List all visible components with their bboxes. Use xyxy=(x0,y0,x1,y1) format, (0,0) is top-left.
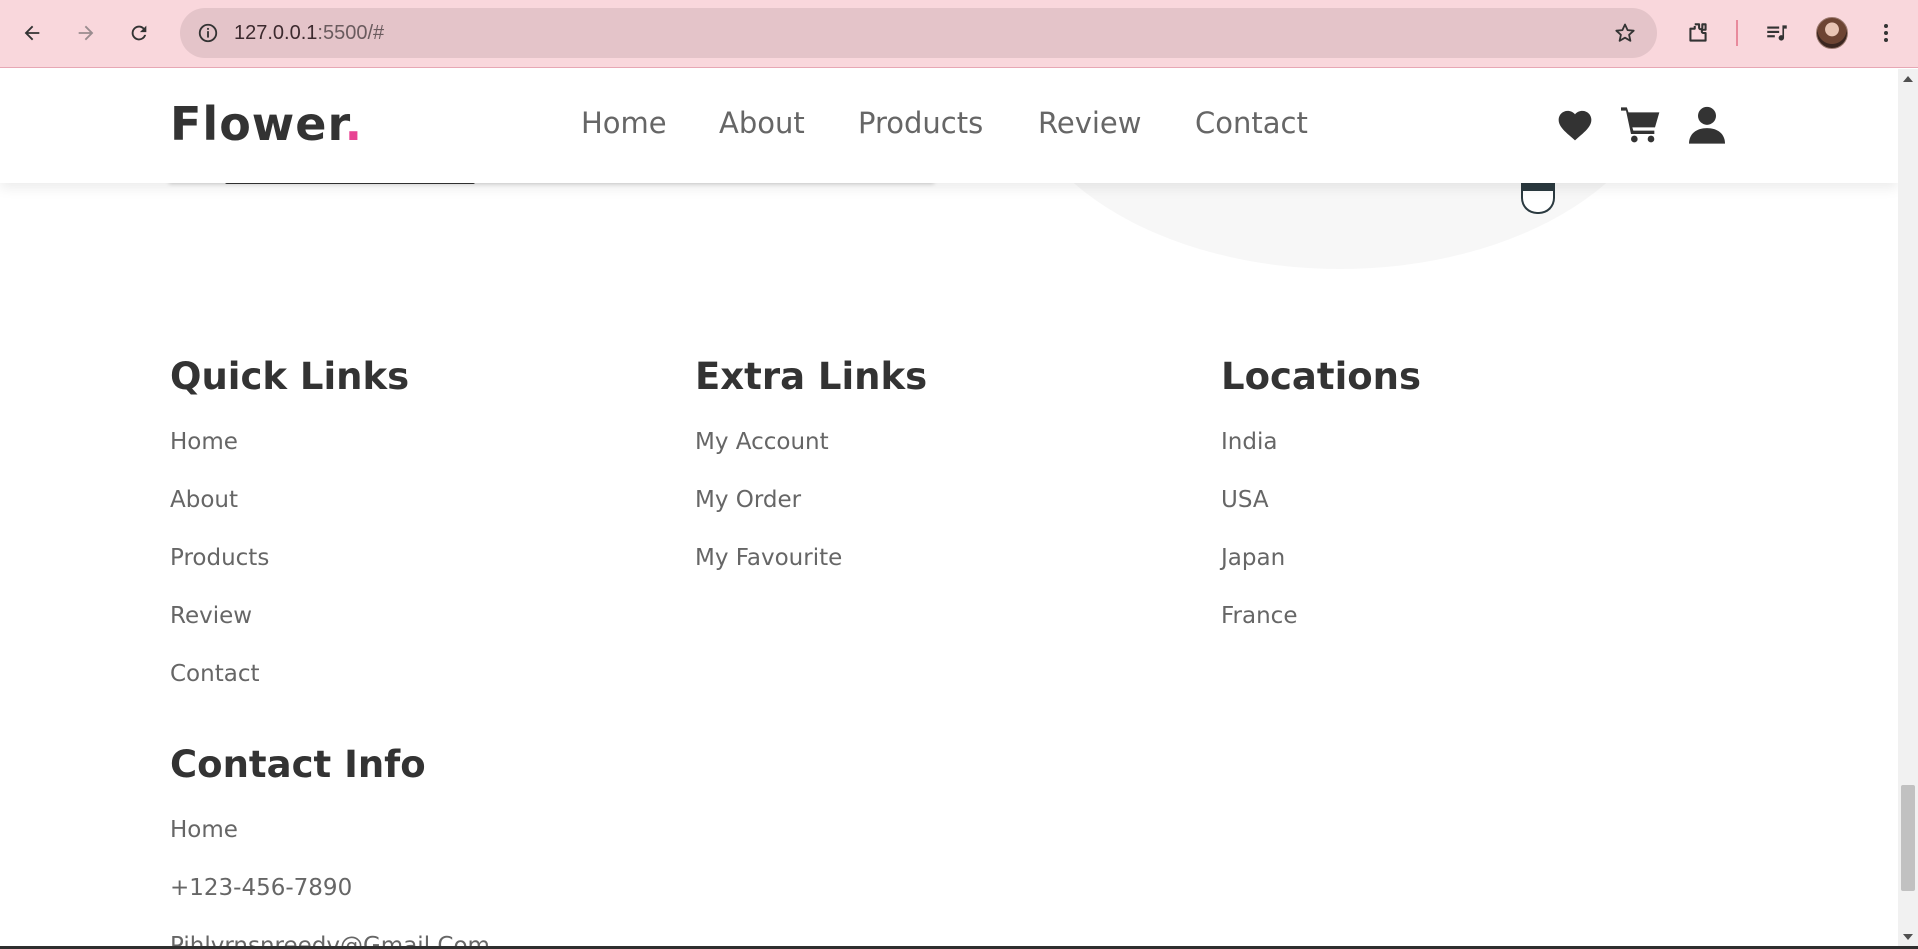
footer-contact-info: Contact Info Home +123-456-7890 Pihlvrns… xyxy=(170,743,770,947)
footer-location-france[interactable]: France xyxy=(1221,603,1297,629)
nav-home[interactable]: Home xyxy=(581,106,667,140)
contact-info-title: Contact Info xyxy=(170,743,426,786)
user-icon[interactable] xyxy=(1685,102,1729,146)
nav-contact[interactable]: Contact xyxy=(1195,106,1308,140)
toolbar-divider xyxy=(1736,20,1738,46)
footer-link-my-order[interactable]: My Order xyxy=(695,487,801,513)
profile-avatar[interactable] xyxy=(1816,17,1848,49)
footer-quick-links: Quick Links Home About Products Review C… xyxy=(170,355,650,687)
media-control-icon[interactable] xyxy=(1758,14,1796,52)
extra-links-title: Extra Links xyxy=(695,355,928,398)
extensions-icon[interactable] xyxy=(1679,14,1717,52)
footer-link-products[interactable]: Products xyxy=(170,545,269,571)
forward-arrow-icon[interactable] xyxy=(67,14,105,52)
cart-icon[interactable] xyxy=(1619,102,1663,146)
nav-products[interactable]: Products xyxy=(858,106,983,140)
footer-contact-email[interactable]: Pihlvrnsnreedv@Gmail.Com xyxy=(170,933,490,947)
footer-link-my-account[interactable]: My Account xyxy=(695,429,829,455)
back-arrow-icon[interactable] xyxy=(13,14,51,52)
scrollbar-thumb[interactable] xyxy=(1901,785,1915,891)
footer-locations: Locations India USA Japan France xyxy=(1221,355,1701,629)
footer-location-usa[interactable]: USA xyxy=(1221,487,1269,513)
page-viewport: Quick Links Home About Products Review C… xyxy=(0,69,1898,947)
footer-contact-phone[interactable]: +123-456-7890 xyxy=(170,875,352,901)
heart-icon[interactable] xyxy=(1553,102,1597,146)
footer-contact-home[interactable]: Home xyxy=(170,817,238,843)
quick-links-title: Quick Links xyxy=(170,355,410,398)
browser-toolbar: 127.0.0.1:5500/# xyxy=(0,0,1918,68)
footer-location-india[interactable]: India xyxy=(1221,429,1277,455)
logo[interactable]: Flower. xyxy=(170,97,363,151)
url-host: 127.0.0.1 xyxy=(234,22,318,44)
url-path: :5500/# xyxy=(317,22,385,44)
scroll-down-arrow-icon[interactable] xyxy=(1903,934,1913,940)
scroll-up-arrow-icon[interactable] xyxy=(1903,76,1913,82)
site-info-icon[interactable] xyxy=(194,19,222,47)
logo-dot: . xyxy=(344,97,364,151)
vase-illustration xyxy=(1521,182,1555,214)
footer-link-review[interactable]: Review xyxy=(170,603,252,629)
page-scrollbar[interactable] xyxy=(1898,69,1918,947)
nav-review[interactable]: Review xyxy=(1038,106,1141,140)
site-header: Flower. Home About Products Review Conta… xyxy=(0,69,1898,183)
more-vert-icon[interactable] xyxy=(1867,14,1905,52)
footer-location-japan[interactable]: Japan xyxy=(1221,545,1285,571)
logo-text: Flower xyxy=(170,97,345,151)
bookmark-star-icon[interactable] xyxy=(1611,19,1639,47)
reload-icon[interactable] xyxy=(120,14,158,52)
footer-link-contact[interactable]: Contact xyxy=(170,661,259,687)
footer-link-my-favourite[interactable]: My Favourite xyxy=(695,545,842,571)
url-text[interactable]: 127.0.0.1:5500/# xyxy=(234,8,384,58)
footer-extra-links: Extra Links My Account My Order My Favou… xyxy=(695,355,1175,571)
footer-link-about[interactable]: About xyxy=(170,487,238,513)
nav-about[interactable]: About xyxy=(719,106,805,140)
address-bar[interactable]: 127.0.0.1:5500/# xyxy=(180,8,1657,58)
footer-link-home[interactable]: Home xyxy=(170,429,238,455)
locations-title: Locations xyxy=(1221,355,1422,398)
